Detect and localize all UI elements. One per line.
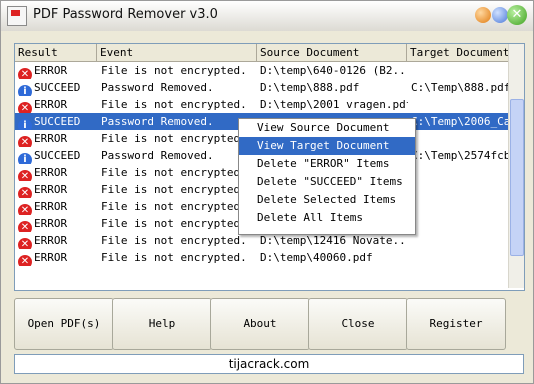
table-row[interactable]: ✕ ERROR File is not encrypted. D:\temp\2001…	[15, 96, 509, 113]
status-bar: tijacrack.com	[14, 354, 524, 374]
error-icon: ✕	[18, 238, 32, 249]
result-cell: ✕ ERROR	[18, 130, 98, 147]
minimize-button[interactable]	[475, 7, 491, 23]
result-cell: ✕ ERROR	[18, 181, 98, 198]
table-row[interactable]: i SUCCEED Password Removed. D:\temp\888.pdf…	[15, 79, 509, 96]
window-title: PDF Password Remover v3.0	[33, 7, 218, 22]
scrollbar-thumb[interactable]	[510, 99, 524, 256]
event-cell: File is not encrypted.	[101, 132, 247, 145]
column-header-result[interactable]: Result	[15, 44, 97, 61]
result-cell: i SUCCEED	[18, 147, 98, 164]
result-cell: i SUCCEED	[18, 113, 98, 130]
error-icon: ✕	[18, 221, 32, 232]
event-cell: File is not encrypted.	[101, 234, 247, 247]
table-row[interactable]: ✕ ERROR File is not encrypted. D:\temp\4006…	[15, 249, 509, 266]
target-cell	[411, 249, 509, 266]
main-window: PDF Password Remover v3.0 ✕ Result Event…	[0, 0, 534, 384]
event-cell: File is not encrypted.	[101, 98, 247, 111]
list-header: Result Event Source Document Target Docu…	[15, 44, 512, 62]
target-cell	[411, 62, 509, 79]
about-button[interactable]: About	[210, 298, 310, 350]
result-text: ERROR	[34, 183, 68, 196]
result-text: ERROR	[34, 132, 68, 145]
event-cell: File is not encrypted.	[101, 217, 247, 230]
result-cell: ✕ ERROR	[18, 249, 98, 266]
table-row[interactable]: ✕ ERROR File is not encrypted. D:\temp\640-…	[15, 62, 509, 79]
info-icon: i	[18, 119, 32, 130]
result-cell: ✕ ERROR	[18, 215, 98, 232]
error-icon: ✕	[18, 68, 32, 79]
result-cell: ✕ ERROR	[18, 232, 98, 249]
target-cell: C:\Temp\2006_Cat	[411, 115, 509, 128]
result-cell: i SUCCEED	[18, 79, 98, 96]
info-icon: i	[18, 153, 32, 164]
result-cell: ✕ ERROR	[18, 62, 98, 79]
source-cell: D:\temp\640-0126 (B2...	[260, 64, 408, 77]
event-cell: Password Removed.	[101, 115, 214, 128]
error-icon: ✕	[18, 170, 32, 181]
event-cell: File is not encrypted.	[101, 183, 247, 196]
result-text: SUCCEED	[34, 115, 81, 128]
button-row: Open PDF(s) Help About Close Register	[14, 298, 524, 350]
target-cell	[411, 232, 509, 249]
context-menu-item[interactable]: Delete Selected Items	[239, 191, 415, 209]
column-header-event[interactable]: Event	[97, 44, 257, 61]
context-menu-item[interactable]: Delete All Items	[239, 209, 415, 227]
result-cell: ✕ ERROR	[18, 96, 98, 113]
column-header-source[interactable]: Source Document	[257, 44, 407, 61]
maximize-button[interactable]	[492, 7, 508, 23]
context-menu-item[interactable]: Delete "SUCCEED" Items	[239, 173, 415, 191]
column-header-target[interactable]: Target Document	[407, 44, 512, 61]
event-cell: File is not encrypted.	[101, 200, 247, 213]
event-cell: File is not encrypted.	[101, 166, 247, 179]
error-icon: ✕	[18, 204, 32, 215]
result-text: ERROR	[34, 64, 68, 77]
result-text: ERROR	[34, 234, 68, 247]
result-text: SUCCEED	[34, 81, 81, 94]
target-cell	[411, 215, 509, 232]
app-icon	[7, 6, 27, 26]
target-cell: C:\Temp\888.pdf	[411, 81, 509, 94]
source-cell: D:\temp\40060.pdf	[260, 251, 373, 264]
event-cell: File is not encrypted.	[101, 251, 247, 264]
title-bar[interactable]: PDF Password Remover v3.0 ✕	[1, 1, 533, 31]
event-cell: Password Removed.	[101, 149, 214, 162]
error-icon: ✕	[18, 102, 32, 113]
error-icon: ✕	[18, 255, 32, 266]
context-menu: View Source Document View Target Document…	[238, 118, 416, 235]
info-icon: i	[18, 85, 32, 96]
result-text: ERROR	[34, 200, 68, 213]
result-text: ERROR	[34, 251, 68, 264]
target-cell: C:\Temp\2574fcb0	[411, 149, 509, 162]
register-button[interactable]: Register	[406, 298, 506, 350]
event-cell: File is not encrypted.	[101, 64, 247, 77]
target-cell	[411, 198, 509, 215]
close-window-button[interactable]: ✕	[507, 5, 527, 25]
result-text: ERROR	[34, 217, 68, 230]
target-cell	[411, 96, 509, 113]
result-text: ERROR	[34, 166, 68, 179]
source-cell: D:\temp\888.pdf	[260, 81, 360, 94]
result-text: ERROR	[34, 98, 68, 111]
result-text: SUCCEED	[34, 149, 81, 162]
open-pdfs-button[interactable]: Open PDF(s)	[14, 298, 114, 350]
source-cell: D:\temp\2001 vragen.pdf	[260, 98, 408, 111]
vertical-scrollbar[interactable]	[508, 44, 524, 288]
result-cell: ✕ ERROR	[18, 198, 98, 215]
context-menu-item[interactable]: Delete "ERROR" Items	[239, 155, 415, 173]
target-cell	[411, 130, 509, 147]
context-menu-item[interactable]: View Source Document	[239, 119, 415, 137]
event-cell: Password Removed.	[101, 81, 214, 94]
error-icon: ✕	[18, 187, 32, 198]
context-menu-item[interactable]: View Target Document	[239, 137, 415, 155]
help-button[interactable]: Help	[112, 298, 212, 350]
result-cell: ✕ ERROR	[18, 164, 98, 181]
target-cell	[411, 164, 509, 181]
target-cell	[411, 181, 509, 198]
close-button[interactable]: Close	[308, 298, 408, 350]
error-icon: ✕	[18, 136, 32, 147]
